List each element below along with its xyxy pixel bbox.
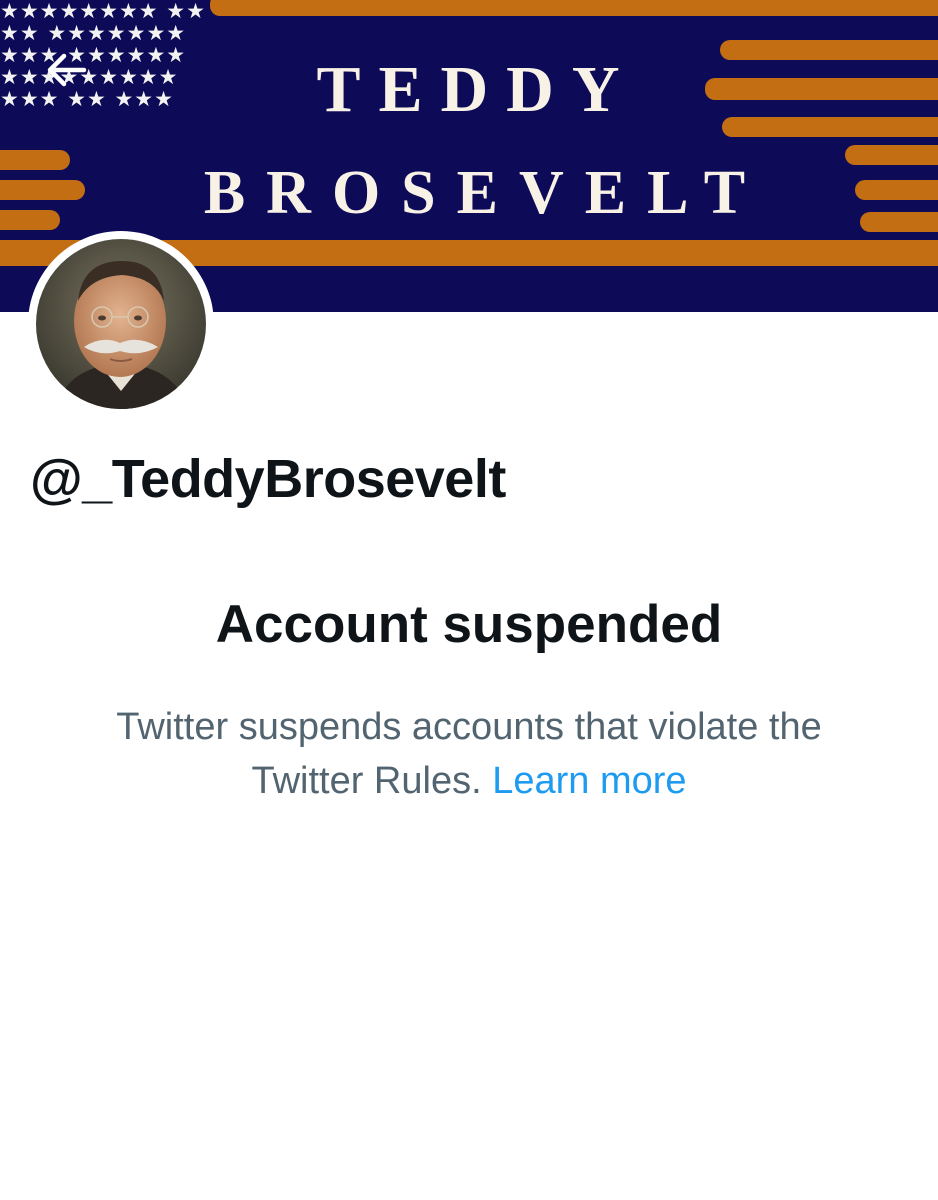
suspended-title: Account suspended (215, 595, 723, 654)
arrow-left-icon (47, 53, 87, 87)
suspended-message-text: Twitter suspends accounts that violate t… (116, 706, 822, 802)
avatar-frame (28, 231, 214, 417)
portrait-avatar-image (36, 239, 206, 409)
banner-stripe (210, 0, 938, 16)
back-button[interactable] (34, 40, 98, 100)
learn-more-link[interactable]: Learn more (492, 760, 686, 802)
profile-handle: @_TeddyBrosevelt (30, 449, 506, 509)
banner-title-line2: Brosevelt (203, 159, 767, 227)
banner-title-line1: Teddy (316, 53, 638, 126)
portrait-avatar[interactable] (36, 239, 206, 409)
suspended-message: Twitter suspends accounts that violate t… (60, 700, 878, 808)
